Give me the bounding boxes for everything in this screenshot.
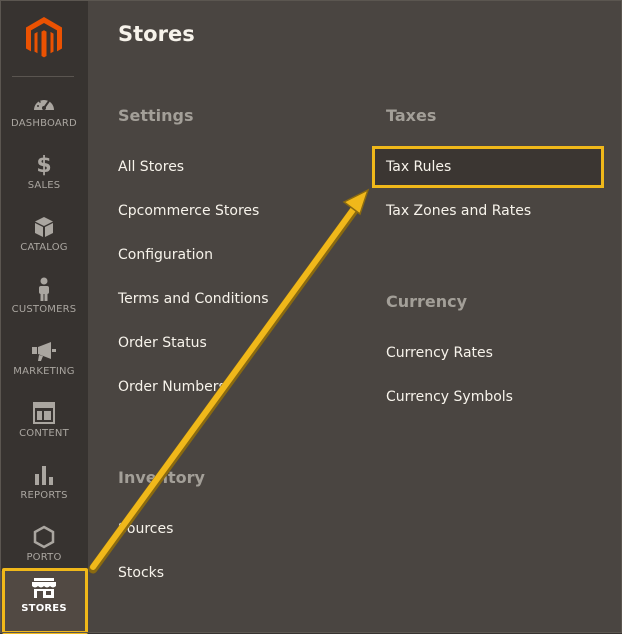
nav-label-dashboard: DASHBOARD [11,118,77,129]
nav-label-reports: REPORTS [20,490,68,501]
nav-item-content[interactable]: CONTENT [0,396,88,458]
nav-item-reports[interactable]: REPORTS [0,458,88,520]
box-icon [0,214,88,240]
megaphone-icon [0,338,88,364]
nav-label-porto: PORTO [26,552,62,563]
nav-item-customers[interactable]: CUSTOMERS [0,272,88,334]
link-configuration[interactable]: Configuration [118,247,213,263]
section-heading-currency: Currency [386,292,468,311]
link-all-stores[interactable]: All Stores [118,159,184,175]
nav-label-marketing: MARKETING [13,366,75,377]
panel-title: Stores [118,22,195,46]
nav-item-marketing[interactable]: MARKETING [0,334,88,396]
link-tax-rules[interactable]: Tax Rules [386,159,451,175]
section-heading-taxes: Taxes [386,106,437,125]
magento-logo-icon [26,17,62,58]
magento-logo[interactable] [0,0,88,76]
bar-chart-icon [0,462,88,488]
stores-annotation-box [2,568,88,634]
link-stocks[interactable]: Stocks [118,565,164,581]
nav-item-dashboard[interactable]: DASHBOARD [0,86,88,148]
section-heading-inventory: Inventory [118,468,205,487]
person-icon [0,276,88,302]
link-sources[interactable]: Sources [118,521,173,537]
nav-item-sales[interactable]: $ SALES [0,148,88,210]
logo-divider [12,76,74,77]
link-order-numbers[interactable]: Order Numbers [118,379,226,395]
stores-menu-panel: Stores Settings All Stores Cpcommerce St… [88,0,622,633]
dollar-icon: $ [36,152,52,178]
nav-label-catalog: CATALOG [20,242,68,253]
link-order-status[interactable]: Order Status [118,335,207,351]
admin-sidebar: DASHBOARD $ SALES CATALOG CUSTOMERS MARK… [0,0,88,634]
link-terms-and-conditions[interactable]: Terms and Conditions [118,291,269,307]
link-currency-rates[interactable]: Currency Rates [386,345,493,361]
link-tax-zones-and-rates[interactable]: Tax Zones and Rates [386,203,531,219]
nav-label-content: CONTENT [19,428,69,439]
link-currency-symbols[interactable]: Currency Symbols [386,389,513,405]
nav-label-sales: SALES [27,180,61,191]
section-heading-settings: Settings [118,106,194,125]
layout-icon [0,400,88,426]
nav-item-catalog[interactable]: CATALOG [0,210,88,272]
nav-label-customers: CUSTOMERS [11,304,77,315]
hexagon-icon [0,524,88,550]
link-cpcommerce-stores[interactable]: Cpcommerce Stores [118,203,259,219]
dashboard-icon [0,90,88,116]
